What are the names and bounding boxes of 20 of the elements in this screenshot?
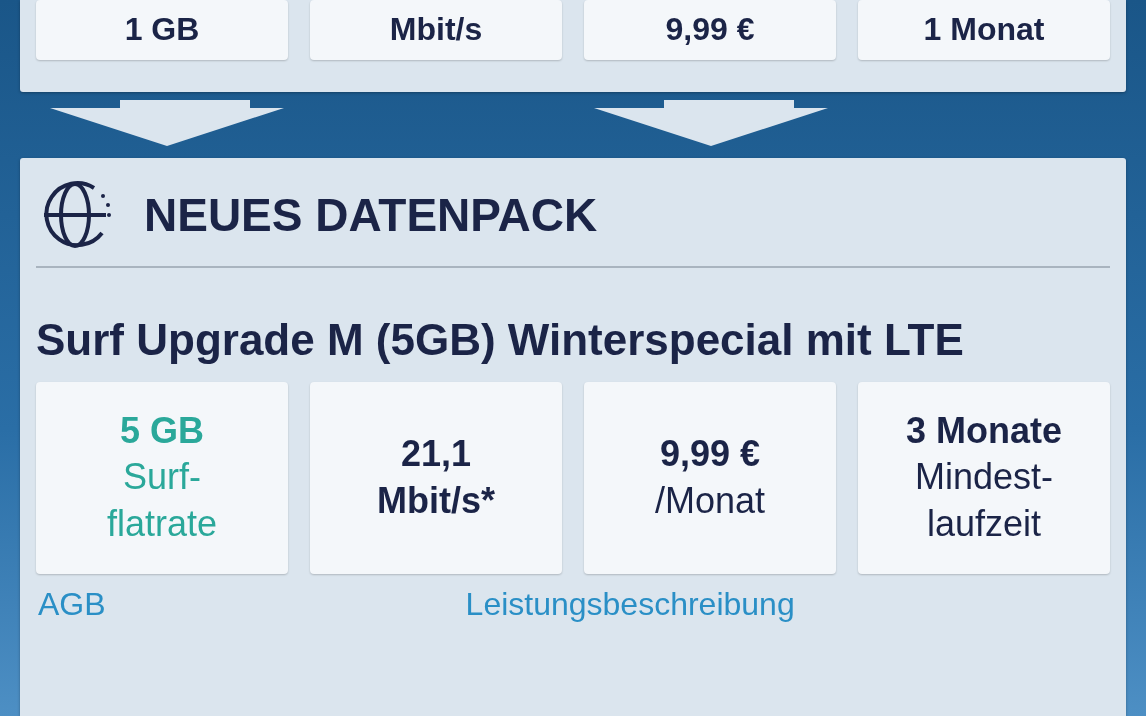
card-text: 3 Monate: [906, 408, 1062, 453]
card-text: /Monat: [654, 478, 766, 523]
card-text: 9,99 €: [659, 432, 761, 476]
card-text: Surf-: [123, 455, 201, 500]
card-text: 9,99 €: [665, 10, 755, 50]
card-text: Mindest-: [914, 455, 1053, 500]
card-text: Mbit/s*: [377, 478, 495, 523]
card-text: 5 GB: [120, 408, 204, 453]
section-heading: NEUES DATENPACK: [144, 188, 598, 242]
document-link[interactable]: AGB: [38, 585, 106, 623]
card-text: 21,1: [400, 432, 472, 476]
card-text: Mbit/s: [389, 10, 483, 50]
card-text: flatrate: [106, 502, 218, 547]
document-link[interactable]: Leistungsbeschreibung: [465, 585, 795, 623]
pack-title: Surf Upgrade M (5GB) Winterspecial mit LTE: [36, 314, 965, 366]
card-text: 1 GB: [124, 10, 200, 50]
card-text: laufzeit: [926, 502, 1042, 547]
down-arrow-icon: [594, 100, 828, 146]
card-text: 1 Monat: [923, 10, 1045, 50]
down-arrow-icon: [50, 100, 284, 146]
